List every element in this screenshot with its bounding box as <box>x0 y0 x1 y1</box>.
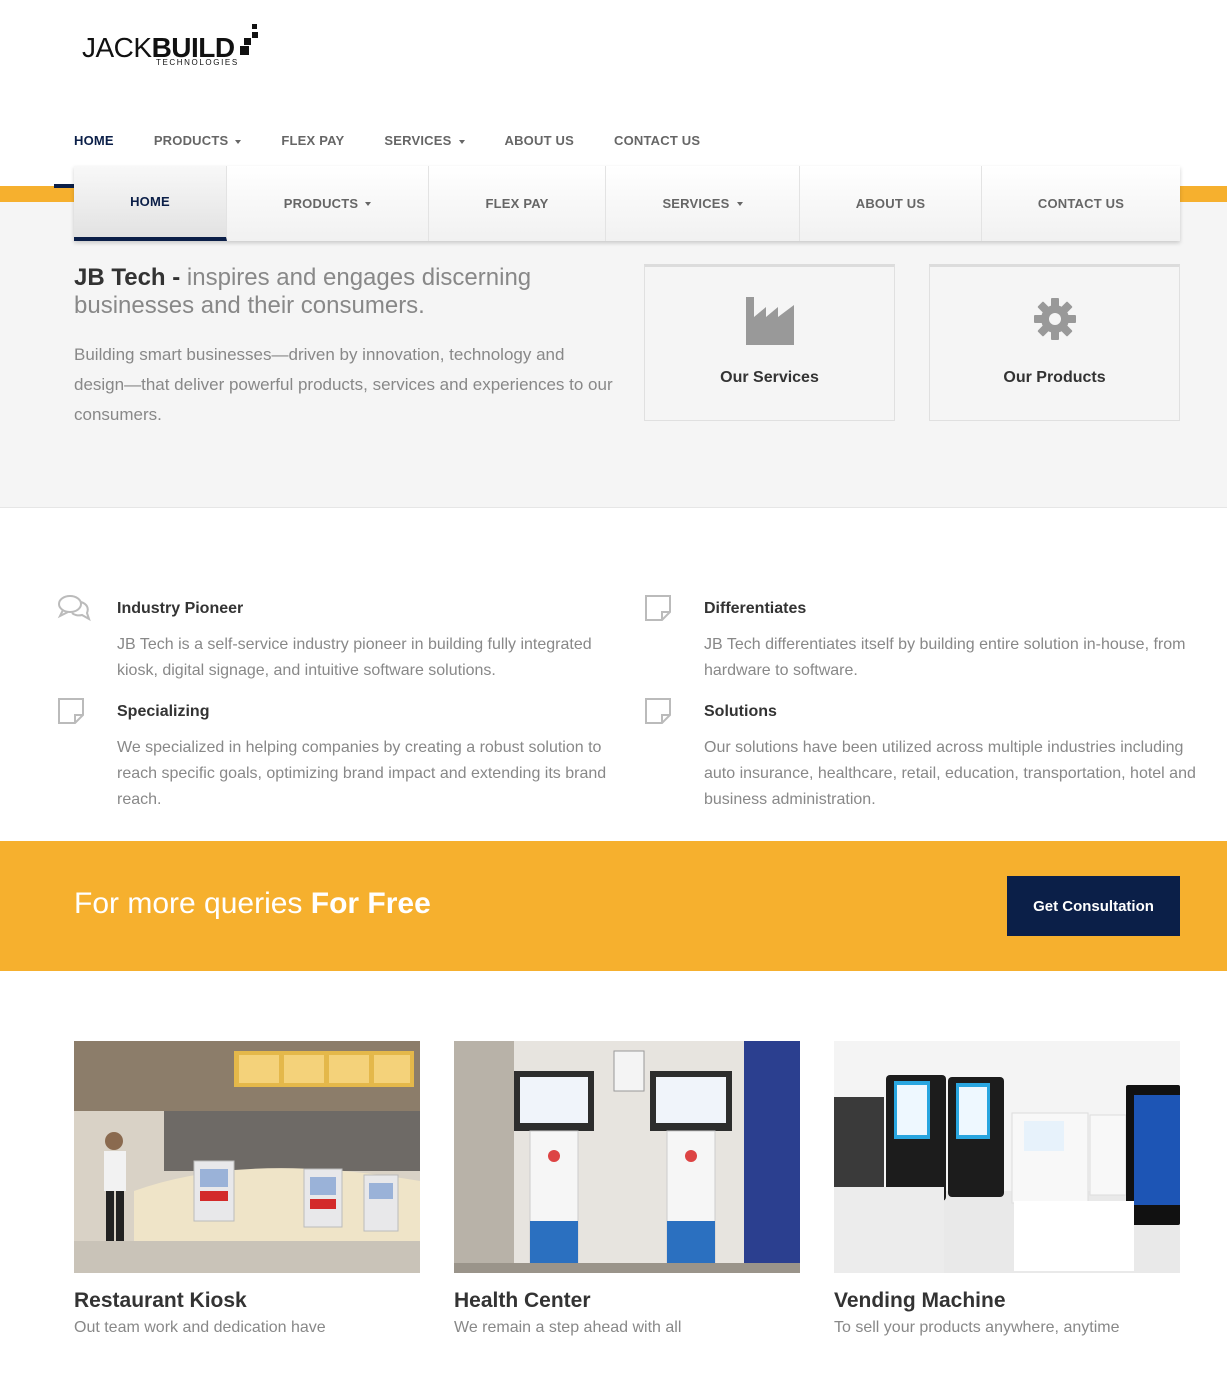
note-icon <box>644 594 678 624</box>
product-title[interactable]: Vending Machine <box>834 1289 1180 1313</box>
product-text: Out team work and dedication have <box>74 1319 326 1336</box>
topnav-contact-us[interactable]: CONTACT US <box>614 133 700 148</box>
top-navigation: HOME PRODUCTS FLEX PAY SERVICES ABOUT US… <box>74 133 740 148</box>
our-services-card[interactable]: Our Services <box>644 264 895 421</box>
product-title[interactable]: Restaurant Kiosk <box>74 1289 420 1313</box>
feature-title: Differentiates <box>704 600 807 617</box>
note-icon <box>644 697 678 727</box>
feature-text: JB Tech differentiates itself by buildin… <box>704 636 1186 679</box>
topnav-flex-pay[interactable]: FLEX PAY <box>281 133 344 148</box>
mainnav-home[interactable]: HOME <box>74 166 227 241</box>
feature-title: Industry Pioneer <box>117 600 244 617</box>
product-health-center[interactable]: Health Center We remain a step ahead wit… <box>454 1041 800 1337</box>
mainnav-contact-us[interactable]: CONTACT US <box>982 166 1180 241</box>
comments-icon <box>57 594 91 624</box>
feature-solutions: Solutions Our solutions have been utiliz… <box>645 698 1204 813</box>
product-text: We remain a step ahead with all <box>454 1319 682 1336</box>
topnav-home[interactable]: HOME <box>74 133 114 148</box>
restaurant-kiosk-image[interactable] <box>74 1041 420 1273</box>
feature-specializing: Specializing We specialized in helping c… <box>58 698 617 813</box>
mainnav-products[interactable]: PRODUCTS <box>227 166 429 241</box>
product-vending-machine[interactable]: Vending Machine To sell your products an… <box>834 1041 1180 1337</box>
product-restaurant-kiosk[interactable]: Restaurant Kiosk Out team work and dedic… <box>74 1041 420 1337</box>
caret-down-icon <box>365 201 372 206</box>
logo-subtitle: TECHNOLOGIES <box>156 58 239 67</box>
topnav-about-us[interactable]: ABOUT US <box>505 133 575 148</box>
product-title[interactable]: Health Center <box>454 1289 800 1313</box>
our-products-card[interactable]: Our Products <box>929 264 1180 421</box>
mainnav-flex-pay[interactable]: FLEX PAY <box>429 166 606 241</box>
vending-machine-image[interactable] <box>834 1041 1180 1273</box>
card-label: Our Services <box>720 369 819 386</box>
gear-icon <box>930 297 1179 349</box>
feature-text: JB Tech is a self-service industry pione… <box>117 636 592 679</box>
caret-down-icon <box>235 139 242 144</box>
consultation-banner: For more queries For Free Get Consultati… <box>0 841 1227 971</box>
jackbuild-logo[interactable]: JACKBUILD TECHNOLOGIES <box>82 22 262 70</box>
topnav-services[interactable]: SERVICES <box>384 133 465 148</box>
feature-title: Specializing <box>117 703 210 720</box>
feature-text: We specialized in helping companies by c… <box>117 739 607 808</box>
topnav-products[interactable]: PRODUCTS <box>154 133 242 148</box>
hero-heading: JB Tech - inspires and engages discernin… <box>74 264 532 319</box>
cta-text: For more queries For Free <box>74 887 431 920</box>
feature-industry-pioneer: Industry Pioneer JB Tech is a self-servi… <box>57 595 617 684</box>
accent-marker <box>54 184 74 188</box>
hero-text: Building smart businesses—driven by inno… <box>74 345 613 424</box>
feature-text: Our solutions have been utilized across … <box>704 739 1196 808</box>
mainnav-about-us[interactable]: ABOUT US <box>800 166 982 241</box>
feature-differentiates: Differentiates JB Tech differentiates it… <box>645 595 1204 684</box>
main-navigation: HOME PRODUCTS FLEX PAY SERVICES ABOUT US… <box>74 166 1180 241</box>
feature-title: Solutions <box>704 703 777 720</box>
note-icon <box>57 697 91 727</box>
factory-icon <box>645 297 894 349</box>
card-label: Our Products <box>1003 369 1106 386</box>
get-consultation-button[interactable]: Get Consultation <box>1007 876 1180 936</box>
caret-down-icon <box>458 139 465 144</box>
product-text: To sell your products anywhere, anytime <box>834 1319 1120 1336</box>
logo-pixel-mark <box>240 24 262 58</box>
caret-down-icon <box>736 201 743 206</box>
health-center-image[interactable] <box>454 1041 800 1273</box>
page: JACKBUILD TECHNOLOGIES HOME PRODUCTS FLE… <box>0 0 1227 1379</box>
mainnav-services[interactable]: SERVICES <box>606 166 800 241</box>
